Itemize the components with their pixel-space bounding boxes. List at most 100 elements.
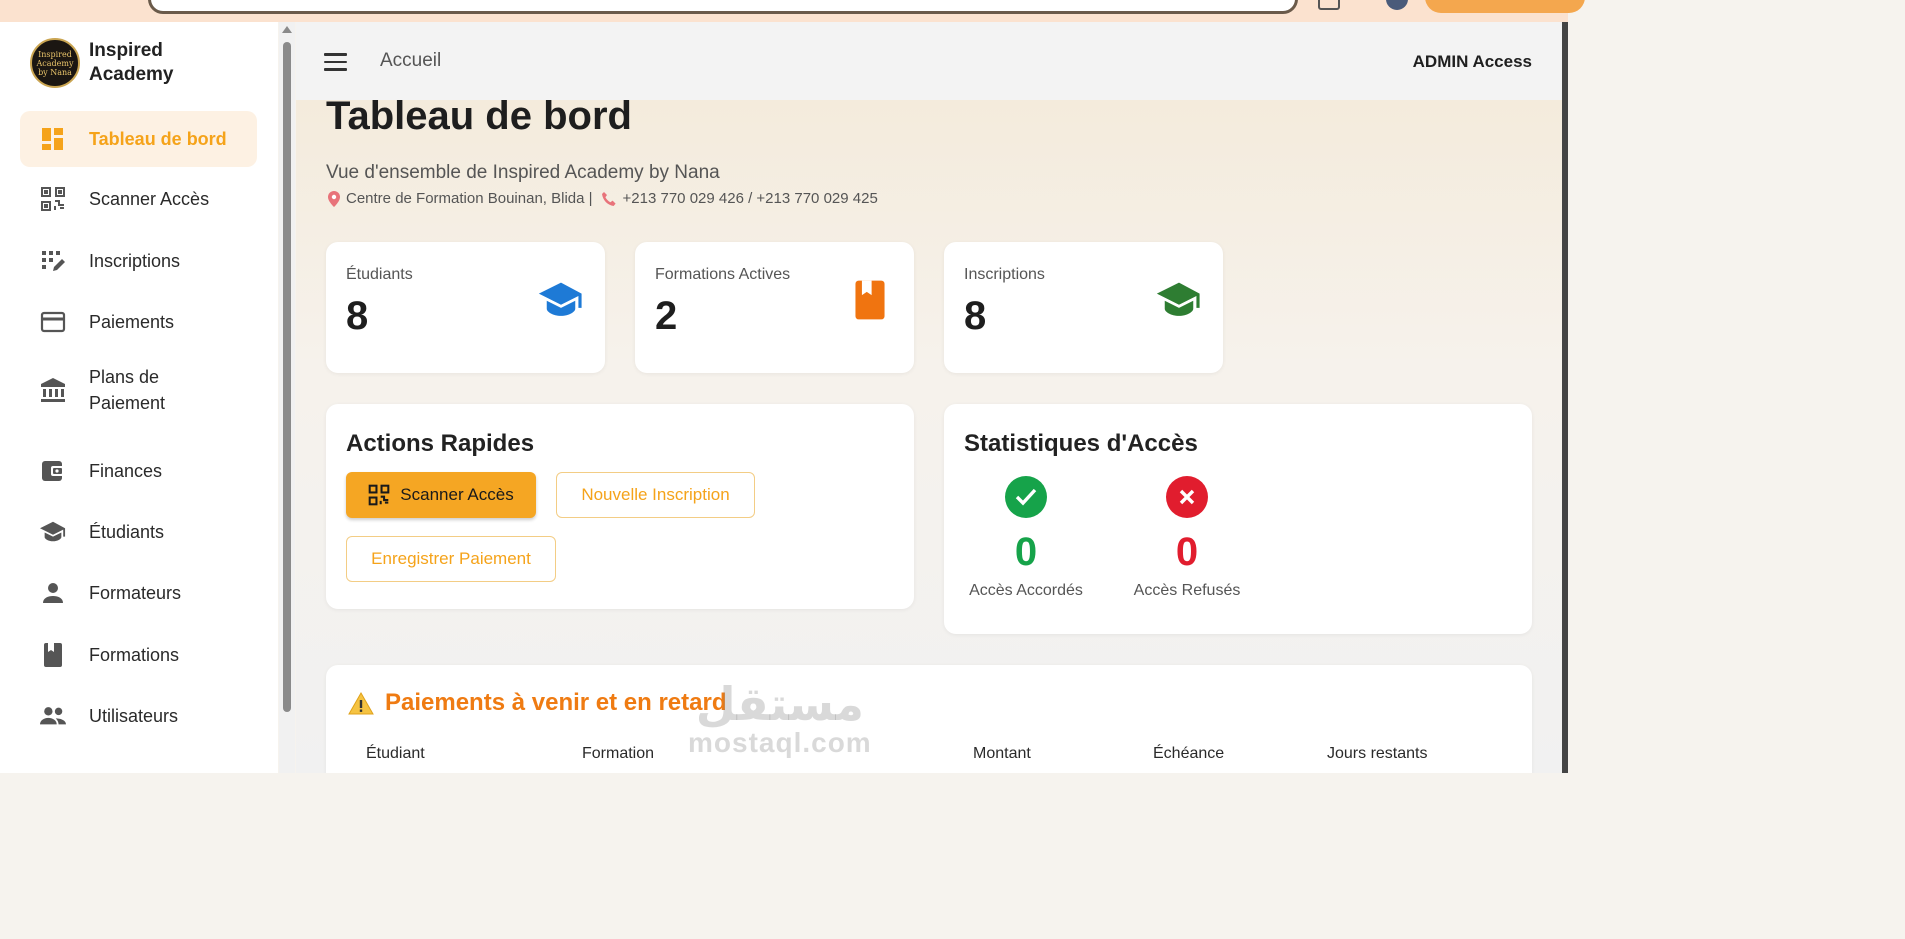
person-icon	[40, 580, 66, 606]
watermark-latin: mostaql.com	[688, 727, 872, 758]
dashboard-icon	[40, 126, 66, 152]
scanner-acces-button[interactable]: Scanner Accès	[346, 472, 536, 518]
quick-actions-card: Actions Rapides Scanner Accès Nouvelle I…	[326, 404, 914, 609]
brand-name: Inspired Academy	[89, 39, 199, 87]
access-refused-label: Accès Refusés	[1133, 582, 1241, 599]
sidebar-item-etudiants[interactable]: Étudiants	[20, 508, 257, 556]
sidebar-item-label: Inscriptions	[89, 251, 181, 271]
admin-access-label[interactable]: ADMIN Access	[1413, 52, 1532, 72]
sidebar: Inspired Academy by Nana Inspired Academ…	[0, 22, 278, 773]
access-stats-card: Statistiques d'Accès 0 Accès Accordés 0 …	[944, 404, 1532, 634]
sidebar-item-label: Formateurs	[89, 583, 182, 603]
sidebar-item-tableau-de-bord[interactable]: Tableau de bord	[20, 111, 257, 167]
sidebar-item-label: Paiements	[89, 312, 175, 332]
stat-value: 8	[346, 294, 369, 338]
column-header-etudiant[interactable]: Étudiant	[366, 745, 425, 763]
sidebar-item-label: Formations	[89, 645, 180, 665]
access-granted-count: 0	[1014, 530, 1038, 574]
page-subtitle: Vue d'ensemble de Inspired Academy by Na…	[326, 162, 720, 183]
page-title: Tableau de bord	[326, 100, 632, 138]
warning-icon	[348, 691, 374, 715]
sidebar-item-formations[interactable]: Formations	[20, 631, 257, 679]
browser-address-bar[interactable]	[148, 0, 1298, 14]
brand[interactable]: Inspired Academy by Nana Inspired Academ…	[30, 38, 199, 88]
bank-icon	[40, 377, 66, 403]
location-pin-icon	[328, 190, 340, 207]
sidebar-item-label: Finances	[89, 461, 163, 481]
address-text: Centre de Formation Bouinan, Blida |	[346, 190, 593, 207]
graduation-cap-icon	[1155, 278, 1203, 322]
sidebar-item-label: Plans de Paiement	[89, 367, 166, 413]
sidebar-scrollbar[interactable]	[279, 22, 295, 773]
stat-card-formations-actives[interactable]: Formations Actives 2	[635, 242, 914, 373]
sidebar-item-label: Tableau de bord	[89, 129, 227, 149]
sidebar-item-label: Utilisateurs	[89, 706, 179, 726]
nouvelle-inscription-button[interactable]: Nouvelle Inscription	[556, 472, 755, 518]
column-header-montant[interactable]: Montant	[973, 745, 1031, 763]
button-label: Enregistrer Paiement	[371, 549, 531, 568]
sidebar-item-formateurs[interactable]: Formateurs	[20, 569, 257, 617]
edit-grid-icon	[40, 248, 66, 274]
access-granted-stat: 0 Accès Accordés	[964, 476, 1088, 600]
column-header-echeance[interactable]: Échéance	[1153, 745, 1224, 763]
sidebar-item-scanner-acces[interactable]: Scanner Accès	[20, 175, 257, 223]
phone-icon	[601, 191, 617, 207]
sidebar-item-paiements[interactable]: Paiements	[20, 298, 257, 346]
upcoming-payments-card: Paiements à venir et en retard Étudiant …	[326, 665, 1532, 773]
page-scrollbar[interactable]	[1562, 22, 1568, 773]
stat-value: 2	[655, 294, 678, 338]
close-circle-icon	[1166, 476, 1208, 518]
watermark-arabic: مستقل	[695, 677, 864, 731]
browser-toolbar	[0, 0, 1585, 22]
watermark: مستقل mostaql.com	[688, 680, 872, 758]
stat-value: 8	[964, 294, 987, 338]
upcoming-payments-title: Paiements à venir et en retard	[348, 689, 726, 717]
brand-line-2: Academy	[89, 64, 174, 85]
sidebar-item-finances[interactable]: Finances	[20, 447, 257, 495]
stat-card-inscriptions[interactable]: Inscriptions 8	[944, 242, 1223, 373]
brand-line-1: Inspired	[89, 40, 163, 61]
scroll-up-arrow-icon[interactable]	[282, 26, 292, 33]
qr-code-icon	[40, 186, 66, 212]
academy-logo: Inspired Academy by Nana	[30, 38, 80, 88]
menu-icon[interactable]	[324, 53, 347, 71]
section-title-text: Paiements à venir et en retard	[385, 689, 727, 716]
qr-code-icon	[368, 484, 390, 506]
phone-numbers: +213 770 029 426 / +213 770 029 425	[622, 190, 878, 207]
graduation-cap-icon	[537, 278, 585, 322]
column-header-formation[interactable]: Formation	[582, 745, 654, 763]
logo-text: Inspired Academy by Nana	[36, 49, 74, 77]
button-label: Nouvelle Inscription	[581, 485, 730, 504]
stat-label: Formations Actives	[655, 266, 791, 283]
stat-label: Inscriptions	[964, 266, 1045, 283]
sidebar-item-utilisateurs[interactable]: Utilisateurs	[20, 692, 257, 740]
access-refused-count: 0	[1175, 530, 1199, 574]
check-circle-icon	[1005, 476, 1047, 518]
credit-card-icon	[40, 309, 66, 335]
wallet-icon	[40, 458, 66, 484]
scrollbar-thumb[interactable]	[283, 42, 291, 712]
top-header: Accueil ADMIN Access	[296, 22, 1562, 100]
sidebar-item-inscriptions[interactable]: Inscriptions	[20, 237, 257, 285]
breadcrumb[interactable]: Accueil	[380, 50, 441, 72]
graduation-cap-icon	[40, 519, 66, 545]
contact-info: Centre de Formation Bouinan, Blida | +21…	[328, 190, 878, 207]
access-granted-label: Accès Accordés	[969, 582, 1083, 599]
sidebar-item-label: Étudiants	[89, 522, 165, 542]
button-label: Scanner Accès	[400, 485, 514, 504]
book-icon	[40, 642, 66, 668]
book-icon	[846, 278, 894, 322]
browser-action-button[interactable]	[1425, 0, 1585, 13]
browser-profile-icon[interactable]	[1386, 0, 1408, 10]
stat-card-etudiants[interactable]: Étudiants 8	[326, 242, 605, 373]
column-header-jours-restants[interactable]: Jours restants	[1327, 745, 1427, 763]
sidebar-item-label: Scanner Accès	[89, 189, 210, 209]
access-stats-title: Statistiques d'Accès	[964, 430, 1198, 457]
quick-actions-title: Actions Rapides	[346, 430, 535, 457]
browser-extension-icon[interactable]	[1318, 0, 1340, 10]
access-refused-stat: 0 Accès Refusés	[1127, 476, 1247, 600]
enregistrer-paiement-button[interactable]: Enregistrer Paiement	[346, 536, 556, 582]
main-content: Tableau de bord Vue d'ensemble de Inspir…	[296, 100, 1562, 773]
sidebar-item-plans-de-paiement[interactable]: Plans de Paiement	[20, 361, 257, 419]
group-icon	[40, 703, 66, 729]
